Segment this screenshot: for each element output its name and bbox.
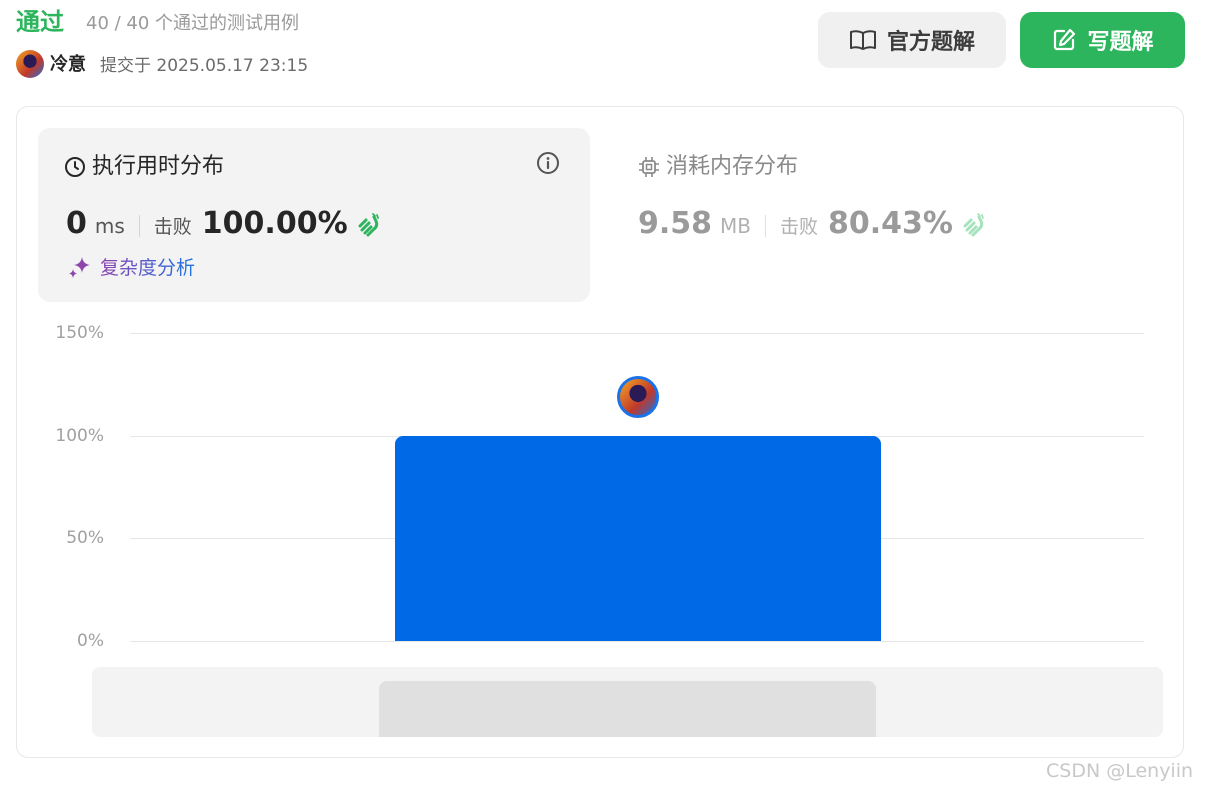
- chart-range-handle[interactable]: [379, 681, 876, 737]
- runtime-unit: ms: [94, 214, 125, 238]
- write-solution-label: 写题解: [1087, 30, 1154, 55]
- memory-tab[interactable]: 消耗内存分布: [638, 152, 798, 182]
- runtime-value: 0: [66, 206, 87, 241]
- clock-icon: [65, 157, 85, 177]
- memory-beat-percent: 80.43%: [828, 206, 953, 241]
- write-solution-button[interactable]: 写题解: [1020, 12, 1185, 68]
- watermark: CSDN @Lenyiin: [1046, 760, 1194, 782]
- memory-stats: 9.58 MB 击败 80.43%: [638, 204, 987, 247]
- runtime-title: 执行用时分布: [64, 152, 224, 182]
- memory-title-text: 消耗内存分布: [666, 154, 799, 179]
- complexity-analysis-link[interactable]: 复杂度分析: [66, 254, 195, 282]
- chip-icon: [639, 157, 659, 177]
- divider: [765, 214, 767, 237]
- divider: [138, 214, 140, 237]
- official-solution-label: 官方题解: [886, 30, 975, 55]
- runtime-beat-label: 击败: [153, 216, 192, 238]
- submission-time: 提交于 2025.05.17 23:15: [100, 56, 309, 76]
- edit-icon: [1054, 28, 1076, 51]
- official-solution-button[interactable]: 官方题解: [818, 12, 1006, 68]
- complexity-label: 复杂度分析: [100, 254, 195, 282]
- username[interactable]: 冷意: [50, 53, 86, 77]
- book-icon: [849, 30, 876, 50]
- test-cases-summary: 40 / 40 个通过的测试用例: [86, 13, 300, 34]
- sparkle-icon: [69, 257, 90, 278]
- memory-value: 9.58: [638, 206, 713, 241]
- avatar[interactable]: [16, 50, 44, 78]
- info-icon[interactable]: [536, 151, 560, 175]
- submission-status: 通过: [16, 8, 64, 36]
- runtime-title-text: 执行用时分布: [92, 154, 225, 179]
- memory-unit: MB: [720, 214, 752, 238]
- clap-icon: [963, 212, 984, 236]
- runtime-stats: 0 ms 击败 100.00%: [66, 204, 382, 247]
- clap-icon: [358, 212, 379, 236]
- memory-beat-label: 击败: [780, 216, 819, 238]
- runtime-beat-percent: 100.00%: [201, 206, 348, 241]
